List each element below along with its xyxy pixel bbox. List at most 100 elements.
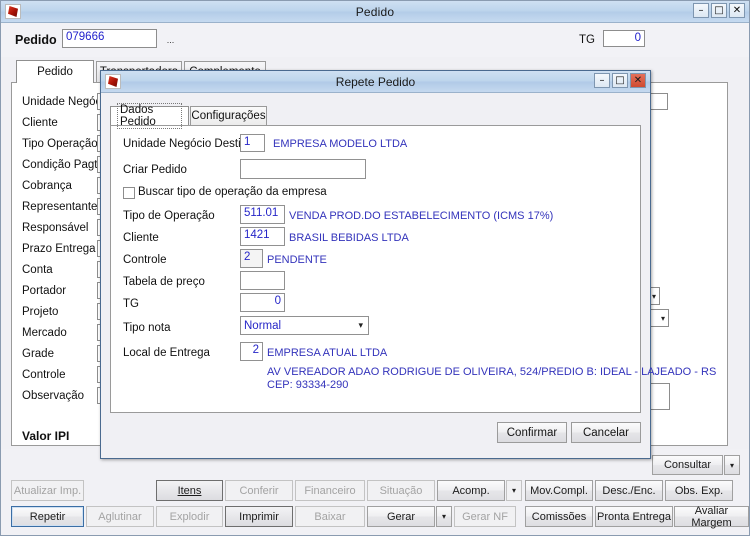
maximize-button[interactable]: □ [711, 3, 727, 18]
consultar-label: Consultar [663, 459, 712, 471]
acomp-label: Acomp. [452, 484, 490, 497]
close-button[interactable]: ✕ [729, 3, 745, 18]
desc-enc-button[interactable]: Desc./Enc. [595, 480, 663, 501]
pedido-lookup-button[interactable]: ... [164, 31, 177, 45]
label-mercado: Mercado [22, 327, 67, 339]
select-tipo-nota-value: Normal [244, 319, 282, 332]
dialog-titlebar: Repete Pedido – □ ✕ [101, 71, 650, 93]
atualizar-imp-label: Atualizar Imp. [13, 484, 82, 497]
gerar-dropdown-button[interactable]: ▾ [436, 506, 452, 527]
value-local-de-entrega-desc: EMPRESA ATUAL LTDA [267, 347, 388, 359]
input-dialog-tg[interactable]: 0 [240, 293, 285, 312]
dialog-maximize-button[interactable]: □ [612, 73, 628, 88]
financeiro-button[interactable]: Financeiro [295, 480, 365, 501]
label-representante: Representante [22, 201, 98, 213]
dialog-tab-configuracoes[interactable]: Configurações [190, 106, 267, 125]
label-tipo-operacao: Tipo Operação [22, 138, 98, 150]
gerar-button[interactable]: Gerar [367, 506, 435, 527]
label-criar-pedido: Criar Pedido [123, 164, 187, 176]
repete-pedido-dialog: Repete Pedido – □ ✕ Dados Pedido Configu… [100, 70, 716, 459]
input-dialog-cliente[interactable]: 1421 [240, 227, 285, 246]
mov-compl-button[interactable]: Mov.Compl. [525, 480, 593, 501]
screen: Pedido – □ ✕ Pedido 079666 ... TG 0 Pedi… [0, 0, 750, 536]
dialog-window-controls: – □ ✕ [594, 73, 646, 88]
label-cobranca: Cobrança [22, 180, 72, 192]
comissoes-label: Comissões [531, 510, 587, 523]
baixar-button[interactable]: Baixar [295, 506, 365, 527]
input-criar-pedido[interactable] [240, 159, 366, 179]
label-prazo-entrega: Prazo Entrega [22, 243, 96, 255]
minimize-button[interactable]: – [693, 3, 709, 18]
chevron-down-icon: ▾ [660, 313, 665, 323]
gerar-label: Gerar [386, 510, 416, 523]
cancelar-button[interactable]: Cancelar [571, 422, 641, 443]
mov-compl-label: Mov.Compl. [530, 484, 588, 497]
confirmar-button[interactable]: Confirmar [497, 422, 567, 443]
imprimir-label: Imprimir [239, 510, 279, 523]
obs-exp-label: Obs. Exp. [674, 484, 724, 497]
chevron-down-icon: ▾ [651, 291, 656, 301]
pronta-entrega-button[interactable]: Pronta Entrega [595, 506, 673, 527]
confirmar-label: Confirmar [506, 426, 558, 439]
input-local-de-entrega[interactable]: 2 [240, 342, 263, 361]
label-controle: Controle [22, 369, 66, 381]
label-conta: Conta [22, 264, 53, 276]
gerar-nf-label: Gerar NF [462, 510, 508, 523]
label-portador: Portador [22, 285, 67, 297]
input-dialog-controle[interactable]: 2 [240, 249, 263, 268]
label-tipo-de-operacao: Tipo de Operação [123, 210, 215, 222]
chevron-down-icon: ▾ [358, 320, 363, 331]
label-buscar-tipo-operacao: Buscar tipo de operação da empresa [138, 186, 327, 198]
dialog-tab-dados-pedido-label: Dados Pedido [117, 103, 182, 129]
value-unidade-negocio-destino-desc: EMPRESA MODELO LTDA [273, 138, 408, 150]
aglutinar-label: Aglutinar [98, 510, 142, 523]
main-tabstrip: Pedido Transportadora Complemento [11, 60, 728, 83]
tab-pedido[interactable]: Pedido [16, 60, 94, 83]
dialog-close-button[interactable]: ✕ [630, 73, 646, 88]
label-condicao-pagto: Condição Pagto. [22, 159, 108, 171]
acomp-dropdown-button[interactable]: ▾ [506, 480, 522, 501]
input-unidade-negocio-destino[interactable]: 1 [240, 134, 265, 152]
consultar-dropdown-button[interactable]: ▾ [724, 455, 740, 475]
pedido-input[interactable]: 079666 [62, 29, 157, 48]
itens-button[interactable]: Itens [156, 480, 223, 501]
tg-input[interactable]: 0 [603, 30, 645, 47]
atualizar-imp-button[interactable]: Atualizar Imp. [11, 480, 84, 501]
label-tabela-de-preco: Tabela de preço [123, 276, 205, 288]
consultar-button[interactable]: Consultar [652, 455, 723, 475]
input-tipo-de-operacao[interactable]: 511.01 [240, 205, 285, 224]
explodir-button[interactable]: Explodir [156, 506, 223, 527]
value-local-de-entrega-address1: AV VEREADOR ADAO RODRIGUE DE OLIVEIRA, 5… [267, 366, 717, 378]
label-projeto: Projeto [22, 306, 59, 318]
dialog-tab-dados-pedido[interactable]: Dados Pedido [110, 103, 189, 129]
situacao-button[interactable]: Situação [367, 480, 435, 501]
label-local-de-entrega: Local de Entrega [123, 347, 210, 359]
label-cliente: Cliente [22, 117, 58, 129]
pedido-label: Pedido [15, 33, 57, 47]
checkbox-buscar-tipo-operacao[interactable] [123, 187, 135, 199]
main-titlebar: Pedido – □ ✕ [1, 1, 749, 23]
itens-label: Itens [177, 484, 202, 497]
dialog-body: Dados Pedido Configurações Unidade Negóc… [101, 92, 716, 458]
explodir-label: Explodir [169, 510, 210, 523]
chevron-down-icon: ▾ [729, 460, 734, 470]
avaliar-margem-button[interactable]: Avaliar Margem [674, 505, 749, 529]
pronta-entrega-label: Pronta Entrega [597, 510, 671, 523]
dialog-form-panel: Unidade Negócio Destino 1 EMPRESA MODELO… [110, 125, 716, 413]
gerar-nf-button[interactable]: Gerar NF [454, 506, 516, 527]
imprimir-button[interactable]: Imprimir [225, 506, 293, 527]
chevron-down-icon: ▾ [511, 486, 516, 495]
desc-enc-label: Desc./Enc. [602, 484, 656, 497]
input-tabela-de-preco[interactable] [240, 271, 285, 290]
dialog-minimize-button[interactable]: – [594, 73, 610, 88]
acomp-button[interactable]: Acomp. [437, 480, 505, 501]
label-responsavel: Responsável [22, 222, 89, 234]
obs-exp-button[interactable]: Obs. Exp. [665, 480, 733, 501]
label-grade: Grade [22, 348, 54, 360]
select-tipo-nota[interactable]: Normal ▾ [240, 316, 369, 335]
conferir-button[interactable]: Conferir [225, 480, 293, 501]
repetir-button[interactable]: Repetir [11, 506, 84, 527]
comissoes-button[interactable]: Comissões [525, 506, 593, 527]
main-header-row: Pedido 079666 ... TG 0 [1, 23, 749, 57]
aglutinar-button[interactable]: Aglutinar [86, 506, 154, 527]
